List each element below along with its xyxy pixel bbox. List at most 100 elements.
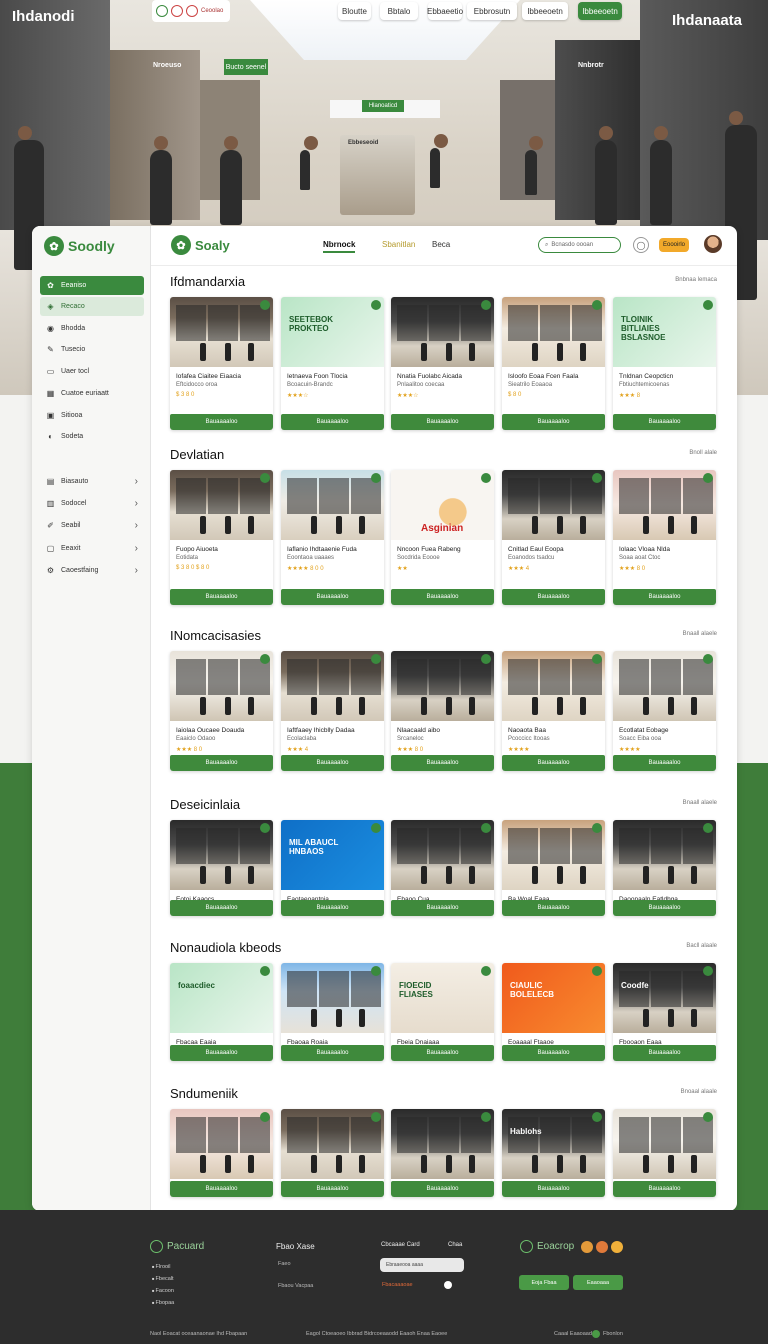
product-card[interactable]: TLOINIK BITLIAIES BSLASNOE Tnldnan Ceopct… [613,297,716,430]
product-name[interactable]: Ecotlatat Eobage [619,727,669,734]
product-name[interactable]: Iaflanio Ihdtaaenie Fuda [287,546,357,553]
sidebar-item[interactable]: ✐ Seabil › [40,516,144,535]
add-to-cart-button[interactable]: Bauaaaaloo [502,1181,605,1197]
product-image[interactable]: CIAULIC BOLELECB [502,963,605,1033]
sidebar-item[interactable]: ▤ Biasauto › [40,472,144,491]
product-card[interactable]: Icdaaa Ea EeoaBauaaaaloo [170,1109,273,1197]
add-to-cart-button[interactable]: Bauaaaaloo [613,1181,716,1197]
section-see-all-link[interactable]: Bnaall alaele [683,800,717,806]
add-to-cart-button[interactable]: Bauaaaaloo [281,1045,384,1061]
social-icon[interactable] [596,1241,608,1253]
product-card[interactable]: Eotoi Kaaocs★★★ 8 1Bauaaaaloo [170,820,273,916]
product-image[interactable] [613,651,716,721]
product-card[interactable]: Fbaoaa Roaia★★★ 8Bauaaaaloo [281,963,384,1061]
product-image[interactable] [170,820,273,890]
hero-pill-5[interactable]: Ibbeeoetn [522,2,568,20]
social-icon[interactable] [611,1241,623,1253]
product-image[interactable] [170,297,273,367]
add-to-cart-button[interactable]: Bauaaaaloo [170,1045,273,1061]
product-image[interactable] [391,297,494,367]
section-see-all-link[interactable]: Bacll alaale [686,943,717,949]
product-card[interactable]: Nlaoa KaicdauayBauaaaaloo [613,1109,716,1197]
product-image[interactable] [281,651,384,721]
account-icon[interactable]: ◯ [633,237,649,253]
product-card[interactable]: MIL ABAUCL HNBAOSEaotaeoantnia★★★ 8 0Bau… [281,820,384,916]
add-to-cart-button[interactable]: Bauaaaaloo [281,414,384,430]
product-card[interactable]: Iofafea Ciaitee Eiaacia Eftcidocco oroa $ … [170,297,273,430]
add-to-cart-button[interactable]: Bauaaaaloo [502,900,605,916]
social-icon[interactable] [581,1241,593,1253]
product-image[interactable] [281,963,384,1033]
product-image[interactable] [391,651,494,721]
add-to-cart-button[interactable]: Bauaaaaloo [613,589,716,605]
add-to-cart-button[interactable]: Bauaaaaloo [281,755,384,771]
add-to-cart-button[interactable]: Bauaaaaloo [391,1045,494,1061]
product-image[interactable] [613,820,716,890]
add-to-cart-button[interactable]: Bauaaaaloo [391,414,494,430]
section-see-all-link[interactable]: Bnaall alaele [683,631,717,637]
add-to-cart-button[interactable]: Bauaaaaloo [391,1181,494,1197]
hero-pill-2[interactable]: Bbtalo [380,2,418,20]
add-to-cart-button[interactable]: Bauaaaaloo [613,414,716,430]
footer-link[interactable]: Flrooil [152,1264,171,1270]
product-card[interactable]: Ba Woal Eaaa★★★ 8 0Bauaaaaloo [502,820,605,916]
add-to-cart-button[interactable]: Bauaaaaloo [613,755,716,771]
sidebar-item[interactable]: ✎ Tusecio [40,340,144,359]
product-card[interactable]: Asginian Nncoon Fuea Rabeng Socdrida Eoooe… [391,470,494,605]
product-card[interactable]: Isloofo Eoaa Fcen Faala Sieatrilo Eoaaoa $… [502,297,605,430]
footer-logo[interactable]: Pacuard [150,1240,204,1253]
nav-tab-1[interactable]: Nbrnock [323,240,356,253]
search-input[interactable]: ⌕ Bcnasdo oooan [538,237,621,253]
sidebar-item[interactable]: ▭ Uaer tocl [40,362,144,381]
product-card[interactable]: Naea Eoabie FbaoaBauaaaaloo [281,1109,384,1197]
product-name[interactable]: Tnldnan Ceopcticn [619,373,673,380]
product-image[interactable] [170,1109,273,1179]
hero-pill-1[interactable]: Bloutte [338,2,371,20]
sidebar-logo[interactable]: ✿ Soodly [44,236,115,256]
product-card[interactable]: Ebaoo Cua★★★ 8 0Bauaaaaloo [391,820,494,916]
add-to-cart-button[interactable]: Bauaaaaloo [170,1181,273,1197]
hero-pill-4[interactable]: Ebbrosutn [467,2,517,20]
nav-tab-2[interactable]: Sbanitlan [382,240,415,249]
product-image[interactable] [613,470,716,540]
product-image[interactable]: FIOECID FLIASES [391,963,494,1033]
add-to-cart-button[interactable]: Bauaaaaloo [281,589,384,605]
section-see-all-link[interactable]: Bnoaal alaale [681,1089,717,1095]
add-to-cart-button[interactable]: Bauaaaaloo [281,900,384,916]
product-card[interactable]: Cnitlad Eaul Eoopa Eoanodos tsadcu ★★★ 4 Ba… [502,470,605,605]
add-to-cart-button[interactable]: Bauaaaaloo [502,589,605,605]
product-card[interactable]: FIOECID FLIASESFbeia Dnaiaaa★★★ 8Bauaaaa… [391,963,494,1061]
product-image[interactable]: MIL ABAUCL HNBAOS [281,820,384,890]
sidebar-item[interactable]: ✿ Eeaniso [40,276,144,295]
product-name[interactable]: Iolaac Vloaa Nlda [619,546,670,553]
top-logo[interactable]: ✿ Soaly [171,235,230,255]
product-card[interactable]: Nlaacaald aibo Srcaneloc ★★★ 8 0 Bauaaaaloo [391,651,494,771]
sidebar-item[interactable]: ▣ Sitiooa [40,406,144,425]
add-to-cart-button[interactable]: Bauaaaaloo [391,589,494,605]
sidebar-item[interactable]: ▦ Cuatoe euriaatt [40,384,144,403]
footer-link[interactable]: Facoon [152,1288,174,1294]
section-see-all-link[interactable]: Bnbnaa lemaca [675,277,717,283]
product-name[interactable]: Iofafea Ciaitee Eiaacia [176,373,241,380]
product-name[interactable]: Nnatia Fuolabc Aicada [397,373,462,380]
sidebar-item[interactable]: ▥ Sodocel › [40,494,144,513]
product-image[interactable] [502,651,605,721]
product-card[interactable]: CIAULIC BOLELECBEoaaaal Ftaaoe★★★ 8Bauaa… [502,963,605,1061]
product-image[interactable] [502,297,605,367]
product-image[interactable]: Asginian [391,470,494,540]
add-to-cart-button[interactable]: Bauaaaaloo [170,589,273,605]
sidebar-item[interactable]: ⚙ Caoestfaing › [40,561,144,580]
footer-button-1[interactable]: Eoja Fbaa [519,1275,569,1290]
product-image[interactable]: TLOINIK BITLIAIES BSLASNOE [613,297,716,367]
add-to-cart-button[interactable]: Bauaaaaloo [613,900,716,916]
product-image[interactable]: SEETEBOK PROKTEO [281,297,384,367]
add-to-cart-button[interactable]: Bauaaaaloo [613,1045,716,1061]
footer-link[interactable]: Fbopaa [152,1300,175,1306]
product-card[interactable]: foaacdiecFbacaa Eaaia★★★ 8Bauaaaaloo [170,963,273,1061]
product-image[interactable]: Hablohs [502,1109,605,1179]
product-image[interactable] [281,1109,384,1179]
cart-button[interactable]: Eoooirlo [659,238,689,252]
product-card[interactable]: Fuopo Aiuoeta Eotidata $ 3 8 0 $ 8 0 Bauaaa… [170,470,273,605]
add-to-cart-button[interactable]: Bauaaaaloo [391,755,494,771]
product-card[interactable]: Nnatia Fuolabc Aicada Pnlaalitoo coecaa ★★… [391,297,494,430]
